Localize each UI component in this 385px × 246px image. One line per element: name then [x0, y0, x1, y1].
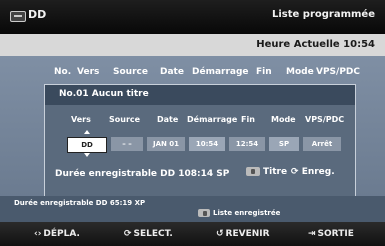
back-hint: ↺ REVENIR: [216, 229, 270, 239]
end-field[interactable]: 12:54: [229, 137, 265, 151]
recording-list-screen: DD Liste programmée Heure Actuelle 10:54…: [0, 0, 385, 246]
title-button-label: Titre: [263, 167, 288, 177]
title-bar: DD Liste programmée: [0, 0, 385, 34]
down-arrow-icon[interactable]: [84, 153, 90, 157]
edit-header-date: Date: [157, 115, 179, 124]
footer-bar: ‹› DÉPLA. ⟳ SELECT. ↺ REVENIR ⇥ SORTIE: [0, 222, 385, 246]
vers-field[interactable]: DD: [67, 137, 107, 153]
exit-label: SORTIE: [317, 229, 354, 239]
panel-duration: Durée enregistrable DD 108:14 SP: [55, 169, 230, 179]
move-hint: ‹› DÉPLA.: [34, 229, 80, 239]
col-start: Démarrage: [192, 67, 249, 77]
panel-title-bar: No.01 Aucun titre: [45, 85, 355, 105]
program-title: No.01 Aucun titre: [59, 89, 149, 99]
vps-field[interactable]: Arrêt: [303, 137, 341, 151]
edit-header-end: Fin: [241, 115, 255, 124]
disc-icon: [10, 11, 26, 22]
remaining-duration: Durée enregistrable DD 65:19 XP: [14, 199, 146, 207]
remote-button-icon: [198, 209, 210, 217]
select-icon: ⟳: [124, 229, 132, 239]
col-end: Fin: [256, 67, 272, 77]
edit-header-vers: Vers: [71, 115, 91, 124]
exit-icon: ⇥: [308, 229, 316, 239]
edit-header-source: Source: [109, 115, 141, 124]
mode-field[interactable]: SP: [269, 137, 299, 151]
edit-header-mode: Mode: [271, 115, 296, 124]
screen-title: Liste programmée: [272, 9, 375, 20]
edit-panel: No.01 Aucun titre Vers Source Date Démar…: [44, 84, 356, 198]
device-mode-label: DD: [28, 8, 47, 21]
exit-hint: ⇥ SORTIE: [308, 229, 354, 239]
col-date: Date: [160, 67, 184, 77]
edit-header-start: Démarrage: [187, 115, 238, 124]
recorded-list-label: Liste enregistrée: [213, 209, 281, 217]
col-source: Source: [113, 67, 148, 77]
edit-header-vps: VPS/PDC: [305, 115, 345, 124]
select-hint: ⟳ SELECT.: [124, 229, 173, 239]
lower-info-bar: Durée enregistrable DD 65:19 XP Liste en…: [0, 196, 385, 222]
start-field[interactable]: 10:54: [189, 137, 225, 151]
record-icon: ⟳: [291, 167, 299, 177]
source-field[interactable]: – –: [111, 137, 143, 151]
return-icon: ↺: [216, 229, 224, 239]
schedule-area: No. Vers Source Date Démarrage Fin Mode …: [0, 56, 385, 198]
current-time: Heure Actuelle 10:54: [256, 39, 375, 50]
record-button-label: Enreg.: [301, 167, 335, 177]
up-arrow-icon[interactable]: [84, 130, 90, 134]
date-field[interactable]: JAN 01: [147, 137, 185, 151]
clock-bar: Heure Actuelle 10:54: [0, 34, 385, 56]
select-label: SELECT.: [133, 229, 173, 239]
col-vps: VPS/PDC: [316, 67, 361, 77]
record-button[interactable]: ⟳ Enreg.: [291, 167, 335, 177]
arrows-icon: ‹›: [34, 229, 42, 239]
title-button[interactable]: Titre: [243, 167, 287, 177]
col-vers: Vers: [77, 67, 100, 77]
back-label: REVENIR: [225, 229, 270, 239]
remote-button-icon: [246, 167, 260, 176]
col-no: No.: [54, 67, 72, 77]
col-mode: Mode: [286, 67, 314, 77]
recorded-list-button[interactable]: Liste enregistrée: [198, 209, 280, 217]
move-label: DÉPLA.: [43, 229, 80, 239]
